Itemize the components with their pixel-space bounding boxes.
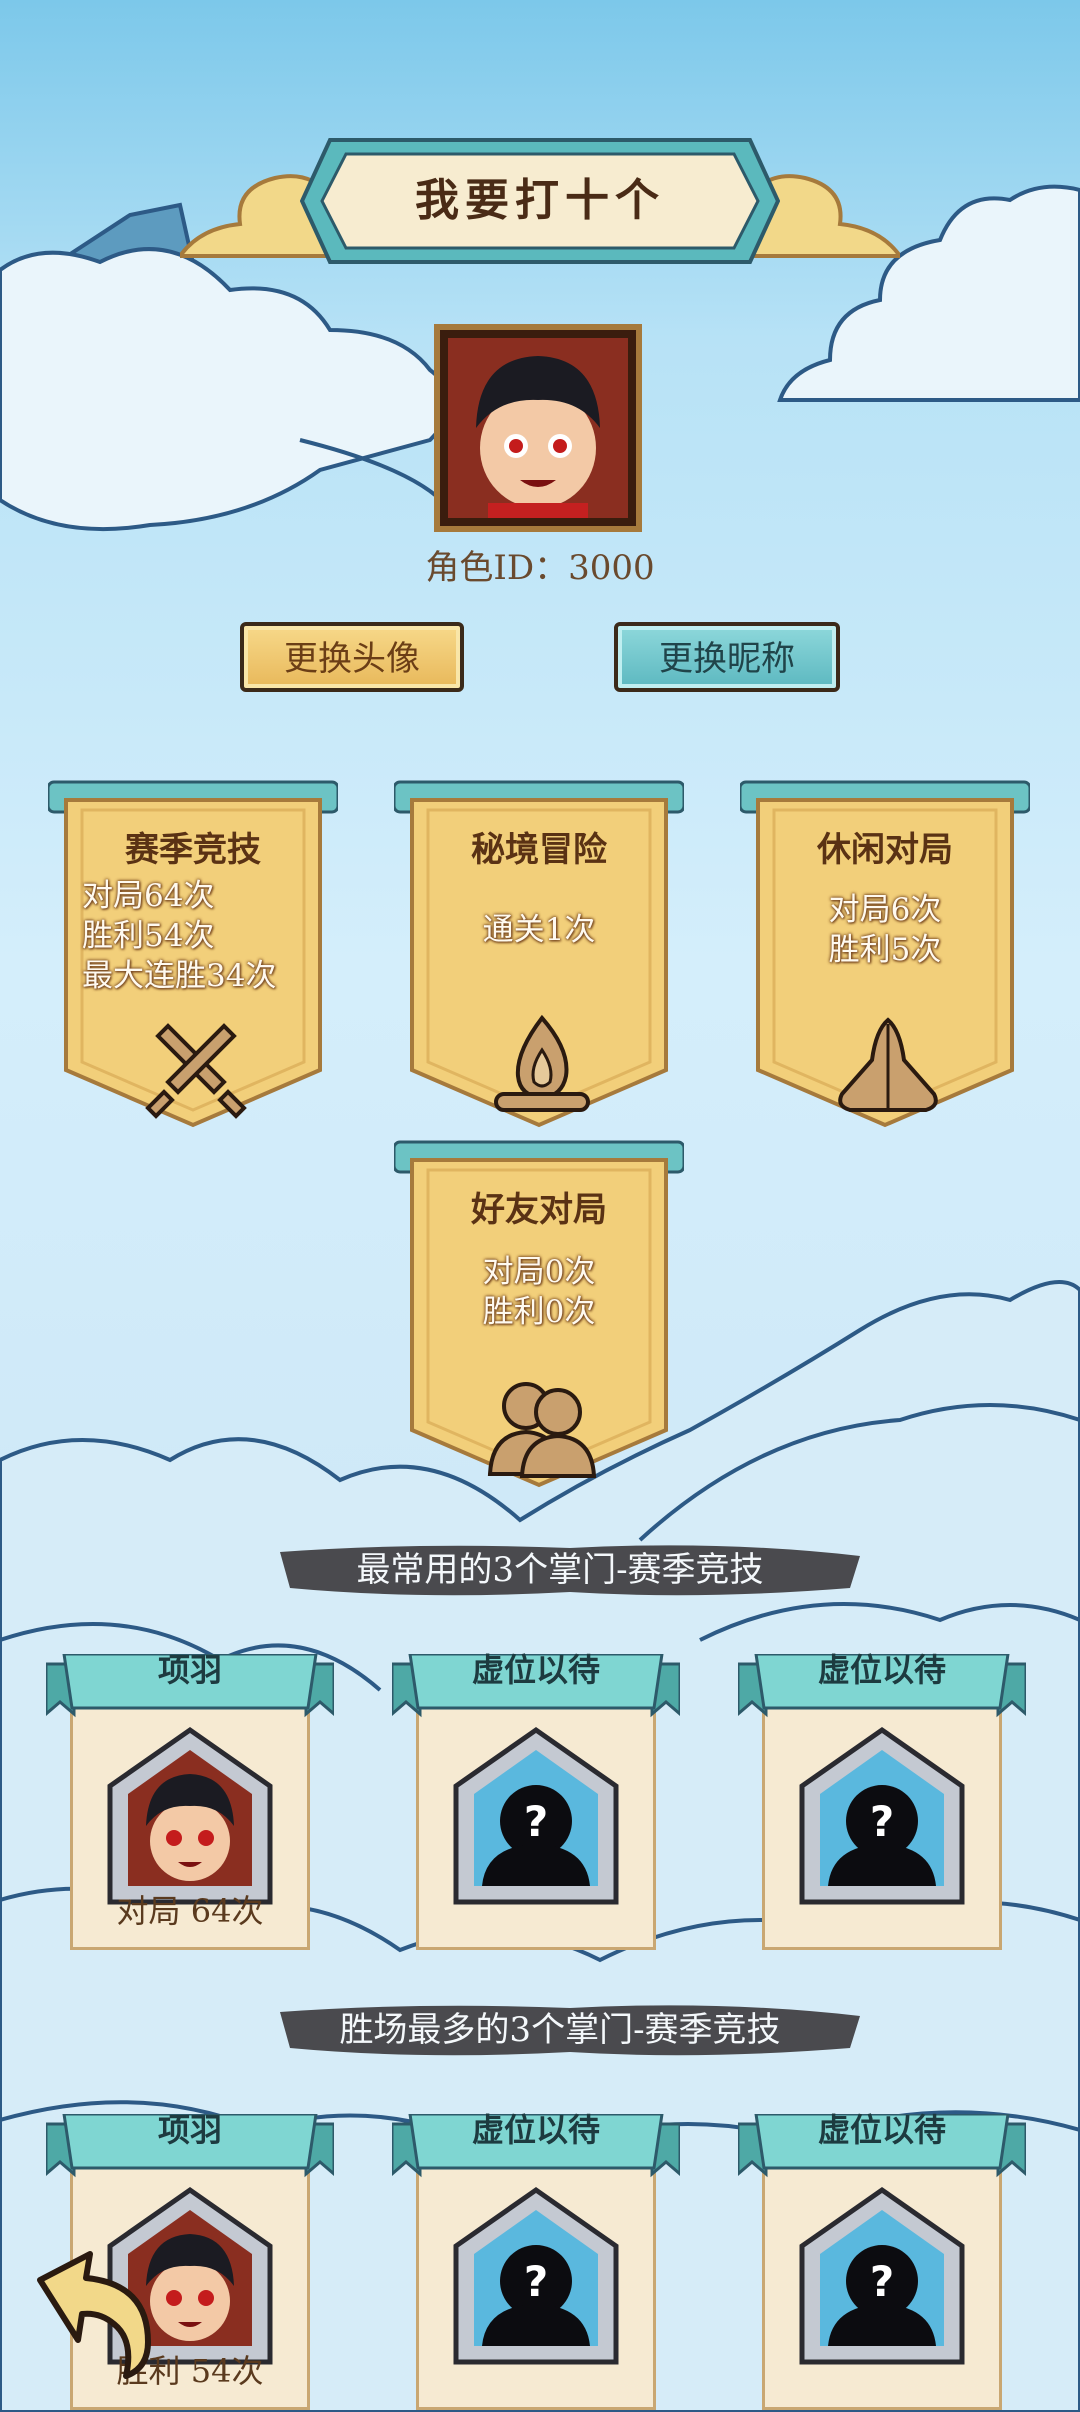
mode-banner-casual[interactable]: 休闲对局 对局6次 胜利5次 [740, 780, 1030, 1130]
mode-stat-line: 最大连胜34次 [82, 958, 277, 994]
mode-stat-line: 通关1次 [482, 912, 596, 948]
role-id-label: 角色ID：3000 [425, 548, 655, 588]
hero-portrait [107, 1726, 273, 1905]
silhouette-question-icon: ? [453, 1726, 619, 1905]
section-heading-most-used: 最常用的3个掌门-赛季竞技 [356, 1550, 764, 1590]
mode-banner-adventure[interactable]: 秘境冒险 通关1次 [394, 780, 684, 1130]
mode-stat-line: 对局0次 [482, 1254, 596, 1290]
player-avatar[interactable] [434, 324, 642, 532]
mode-stat-line: 胜利5次 [828, 932, 942, 968]
change-avatar-button[interactable]: 更换头像 [240, 622, 464, 692]
page-title: 我要打十个 [415, 175, 665, 226]
silhouette-question-icon: ? [799, 2186, 965, 2365]
svg-text:?: ? [524, 1797, 548, 1846]
svg-text:?: ? [524, 2257, 548, 2306]
mode-title: 赛季竞技 [125, 830, 261, 870]
hero-card-empty[interactable]: 虚位以待 ? [392, 2100, 680, 2410]
silhouette-question-icon: ? [799, 1726, 965, 1905]
crossed-swords-icon [145, 1023, 247, 1119]
mode-title: 好友对局 [471, 1190, 607, 1230]
hero-card-empty[interactable]: 虚位以待 ? [392, 1640, 680, 1950]
friends-icon [487, 1382, 597, 1478]
hero-name: 虚位以待 [471, 2111, 600, 2149]
hero-name: 项羽 [157, 1651, 222, 1689]
hero-stat: 对局 64次 [116, 1892, 264, 1930]
silhouette-question-icon: ? [453, 2186, 619, 2365]
campfire-icon [494, 1014, 590, 1112]
svg-text:?: ? [870, 2257, 894, 2306]
hero-card[interactable]: 项羽 对局 64次 [46, 1640, 334, 1950]
mode-stat-line: 对局6次 [828, 892, 942, 928]
hero-portrait [448, 338, 628, 518]
mode-stat-line: 胜利0次 [482, 1294, 596, 1330]
hero-name: 虚位以待 [817, 1651, 946, 1689]
hero-card-empty[interactable]: 虚位以待 ? [738, 1640, 1026, 1950]
hero-name: 虚位以待 [471, 1651, 600, 1689]
mode-title: 秘境冒险 [471, 830, 607, 870]
mode-stat-line: 胜利54次 [82, 918, 215, 954]
section-heading-most-wins: 胜场最多的3个掌门-赛季竞技 [339, 2010, 781, 2050]
mode-stat-line: 对局64次 [82, 878, 215, 914]
hero-card-empty[interactable]: 虚位以待 ? [738, 2100, 1026, 2410]
mode-title: 休闲对局 [817, 830, 953, 870]
back-arrow-icon[interactable] [30, 2250, 160, 2380]
title-banner: 我要打十个 [180, 138, 900, 264]
mode-banner-friends[interactable]: 好友对局 对局0次 胜利0次 [394, 1140, 684, 1490]
hero-name: 项羽 [157, 2111, 222, 2149]
svg-text:?: ? [870, 1797, 894, 1846]
clasped-hands-icon [838, 1017, 938, 1112]
mode-banner-season[interactable]: 赛季竞技 对局64次 胜利54次 最大连胜34次 [48, 780, 338, 1130]
hero-name: 虚位以待 [817, 2111, 946, 2149]
change-nickname-button[interactable]: 更换昵称 [614, 622, 840, 692]
